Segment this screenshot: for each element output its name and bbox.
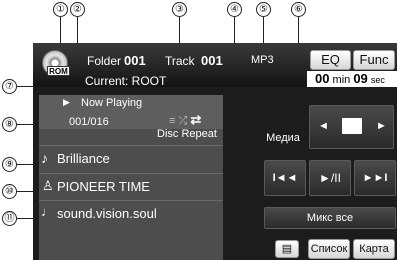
track-label: Track [165, 54, 195, 68]
album-name: sound.vision.soul [57, 206, 157, 221]
album-icon: ♩ [41, 204, 54, 219]
next-track-button[interactable]: ►►I [354, 160, 396, 196]
now-playing-panel: ▶ Now Playing 001/016 ≡ ⤮ ⇄ Disc Repeat … [39, 95, 223, 260]
folder-number: 001 [124, 53, 146, 68]
artist-icon: ♙ [42, 178, 54, 193]
eq-button[interactable]: EQ [310, 50, 351, 70]
elapsed-sec: 09 [353, 71, 368, 86]
folder-icon [342, 118, 362, 134]
track-title: Brilliance [57, 151, 110, 166]
next-folder-icon[interactable]: ► [376, 120, 387, 132]
track-count: 001/016 [69, 116, 109, 128]
divider [39, 145, 223, 146]
prev-folder-icon[interactable]: ◄ [318, 120, 329, 132]
file-format: MP3 [251, 54, 274, 66]
elapsed-time: 00 min 09 sec [307, 71, 397, 87]
audio-screen: ROM Folder 001 Track 001 MP3 Current: RO… [33, 43, 397, 260]
artist-name: PIONEER TIME [57, 179, 150, 194]
callout-1: ① [53, 2, 68, 17]
callout-6: ⑥ [291, 2, 306, 17]
min-unit: min [332, 74, 351, 86]
callout-10: ⑩ [2, 184, 17, 199]
elapsed-min: 00 [315, 71, 330, 86]
list-button[interactable]: Список [308, 239, 350, 259]
callout-11: ⑪ [2, 211, 17, 226]
callout-7: ⑦ [2, 79, 17, 94]
music-note-icon: ♪ [41, 150, 48, 166]
current-folder: Current: ROOT [85, 74, 167, 88]
track-number: 001 [201, 53, 223, 68]
source-badge: ROM [47, 66, 70, 76]
sec-unit: sec [370, 75, 385, 85]
leader-1 [60, 17, 61, 45]
repeat-mode: Disc Repeat [157, 128, 217, 140]
callout-9: ⑨ [2, 157, 17, 172]
media-button[interactable]: Медиа [257, 129, 309, 149]
callout-8: ⑧ [2, 117, 17, 132]
now-playing-heading: Now Playing [81, 97, 143, 109]
play-indicator-icon: ▶ [63, 97, 70, 107]
callout-3: ③ [172, 2, 187, 17]
callout-4: ④ [227, 2, 242, 17]
folder-nav-control[interactable]: ◄ ► [309, 105, 394, 149]
func-button[interactable]: Func [353, 50, 395, 70]
map-button[interactable]: Карта [353, 239, 395, 259]
prev-track-button[interactable]: I◄◄ [264, 160, 306, 196]
play-pause-button[interactable]: ►/II [309, 160, 351, 196]
list-icon[interactable]: ▤ [275, 240, 299, 258]
callout-2: ② [70, 2, 85, 17]
divider [39, 173, 223, 174]
folder-label: Folder [87, 54, 122, 68]
divider [39, 200, 223, 201]
shuffle-all-button[interactable]: Микс все [264, 207, 396, 229]
callout-5: ⑤ [256, 2, 271, 17]
repeat-icon: ≡ ⤮ ⇄ [169, 112, 202, 127]
